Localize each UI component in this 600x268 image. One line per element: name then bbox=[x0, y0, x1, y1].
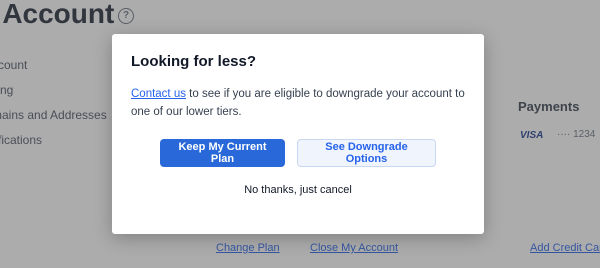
cancel-link[interactable]: No thanks, just cancel bbox=[112, 184, 484, 196]
dialog-title: Looking for less? bbox=[131, 53, 257, 70]
downgrade-dialog: Looking for less? Contact us to see if y… bbox=[112, 34, 484, 234]
see-downgrade-options-button[interactable]: See Downgrade Options bbox=[297, 139, 436, 167]
dialog-body: Contact us to see if you are eligible to… bbox=[131, 85, 473, 121]
keep-current-plan-button[interactable]: Keep My Current Plan bbox=[160, 139, 285, 167]
contact-us-link[interactable]: Contact us bbox=[131, 88, 186, 100]
